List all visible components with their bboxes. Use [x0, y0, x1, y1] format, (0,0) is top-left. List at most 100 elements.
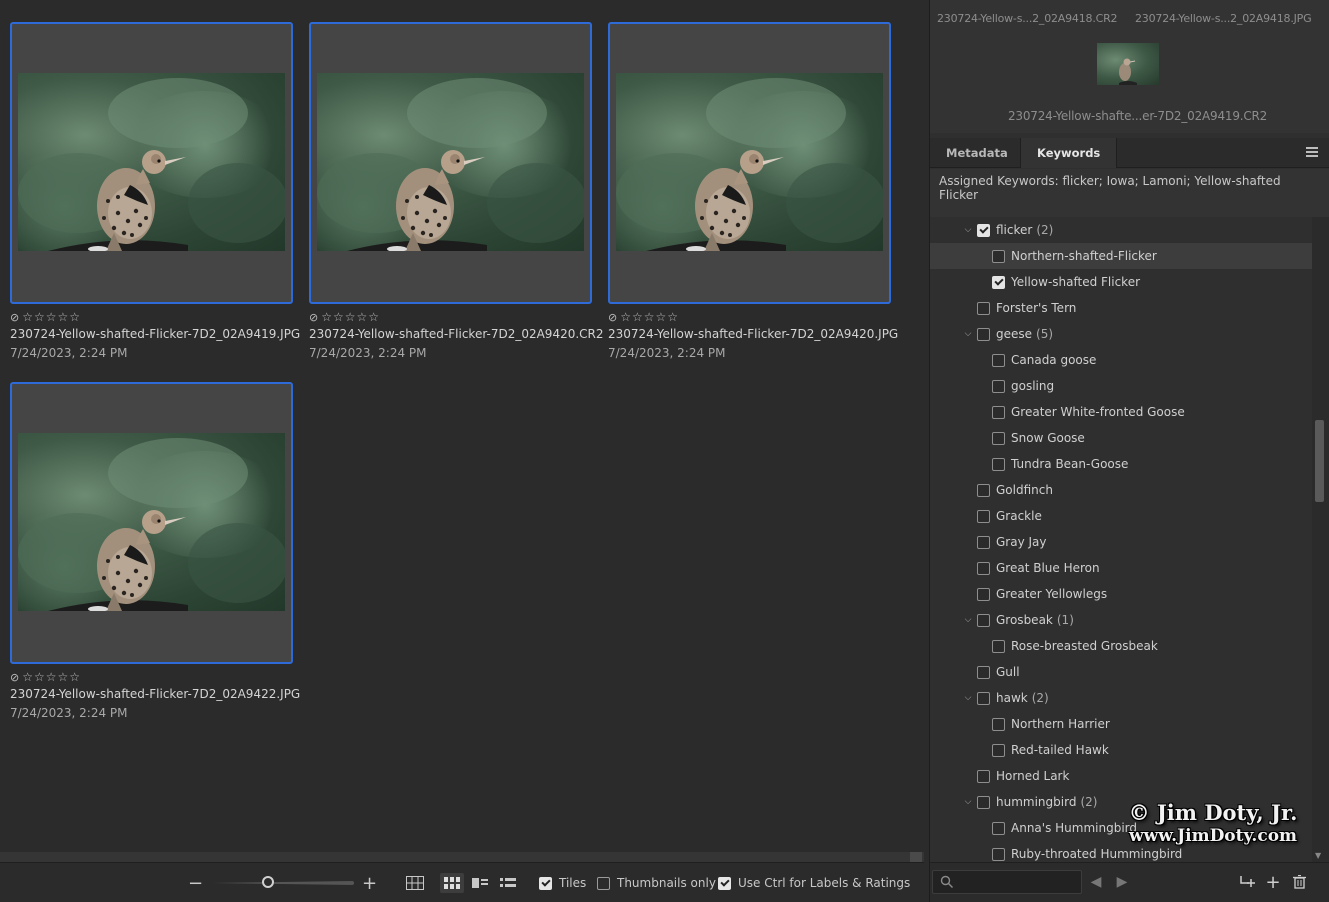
keyword-checkbox[interactable] — [977, 561, 990, 575]
thumbnail-card[interactable]: ⊘ ☆ ☆ ☆ ☆ ☆ 230724-Yellow-shafted-Flicker-7D2… — [309, 22, 604, 360]
star-outline-icon[interactable]: ☆ — [34, 311, 45, 323]
keyword-checkbox[interactable] — [977, 587, 990, 601]
keyword-checkbox[interactable] — [977, 665, 990, 679]
keyword-row[interactable]: gosling — [930, 373, 1312, 399]
star-outline-icon[interactable]: ☆ — [34, 671, 45, 683]
thumbnail-image[interactable] — [616, 73, 883, 251]
zoom-slider-handle[interactable] — [262, 876, 274, 888]
keyword-row[interactable]: Tundra Bean-Goose — [930, 451, 1312, 477]
star-outline-icon[interactable]: ☆ — [22, 311, 33, 323]
star-outline-icon[interactable]: ☆ — [58, 311, 69, 323]
keyword-checkbox[interactable] — [992, 431, 1005, 445]
keyword-scrollbar[interactable]: ▼ — [1312, 217, 1329, 862]
star-outline-icon[interactable]: ☆ — [345, 311, 356, 323]
tiles-toggle[interactable]: Tiles — [539, 863, 586, 902]
content-vertical-scrollbar[interactable] — [912, 0, 924, 852]
star-outline-icon[interactable]: ☆ — [667, 311, 678, 323]
thumbnail-image[interactable] — [18, 73, 285, 251]
reject-icon[interactable]: ⊘ — [309, 311, 318, 324]
star-outline-icon[interactable]: ☆ — [22, 671, 33, 683]
keyword-row[interactable]: Great Blue Heron — [930, 555, 1312, 581]
keyword-checkbox[interactable] — [992, 717, 1005, 731]
keyword-row[interactable]: Gull — [930, 659, 1312, 685]
reject-icon[interactable]: ⊘ — [10, 311, 19, 324]
reject-icon[interactable]: ⊘ — [608, 311, 617, 324]
keyword-row[interactable]: Gray Jay — [930, 529, 1312, 555]
star-outline-icon[interactable]: ☆ — [58, 671, 69, 683]
thumbnails-only-checkbox[interactable] — [597, 876, 610, 890]
keyword-row[interactable]: Horned Lark — [930, 763, 1312, 789]
keyword-row[interactable]: Grackle — [930, 503, 1312, 529]
keyword-row[interactable]: Canada goose — [930, 347, 1312, 373]
chevron-down-icon[interactable]: ⌵ — [963, 615, 973, 625]
zoom-in-button[interactable]: + — [362, 863, 377, 902]
scroll-down-icon[interactable]: ▼ — [1315, 851, 1321, 860]
keyword-checkbox[interactable] — [977, 483, 990, 497]
keyword-row[interactable]: Red-tailed Hawk — [930, 737, 1312, 763]
star-outline-icon[interactable]: ☆ — [69, 311, 80, 323]
star-outline-icon[interactable]: ☆ — [321, 311, 332, 323]
star-outline-icon[interactable]: ☆ — [46, 311, 57, 323]
thumbnail-frame[interactable] — [608, 22, 891, 304]
keyword-row[interactable]: ⌵ hawk (2) — [930, 685, 1312, 711]
star-outline-icon[interactable]: ☆ — [357, 311, 368, 323]
view-grid-lock-button[interactable] — [403, 873, 427, 893]
keyword-checkbox[interactable] — [992, 275, 1005, 289]
keyword-row[interactable]: Yellow-shafted Flicker — [930, 269, 1312, 295]
keyword-checkbox[interactable] — [977, 327, 990, 341]
arrow-left-icon[interactable]: ◀ — [1087, 873, 1105, 891]
star-outline-icon[interactable]: ☆ — [632, 311, 643, 323]
keyword-checkbox[interactable] — [977, 691, 990, 705]
keyword-checkbox[interactable] — [977, 613, 990, 627]
keyword-scrollbar-thumb[interactable] — [1315, 420, 1324, 502]
ctrl-labels-toggle[interactable]: Use Ctrl for Labels & Ratings — [718, 863, 910, 902]
thumbnails-only-toggle[interactable]: Thumbnails only — [597, 863, 716, 902]
keyword-row[interactable]: ⌵ flicker (2) — [930, 217, 1312, 243]
keyword-checkbox[interactable] — [992, 379, 1005, 393]
keyword-checkbox[interactable] — [992, 639, 1005, 653]
keyword-row[interactable]: Greater White-fronted Goose — [930, 399, 1312, 425]
panel-menu-icon[interactable] — [1306, 147, 1318, 157]
trash-icon[interactable] — [1290, 873, 1308, 891]
keyword-checkbox[interactable] — [977, 223, 990, 237]
keyword-checkbox[interactable] — [977, 535, 990, 549]
tab-keywords[interactable]: Keywords — [1020, 138, 1118, 168]
thumbnail-card[interactable]: ⊘ ☆ ☆ ☆ ☆ ☆ 230724-Yellow-shafted-Flicker-7D2… — [608, 22, 898, 360]
keyword-checkbox[interactable] — [992, 743, 1005, 757]
keyword-checkbox[interactable] — [992, 249, 1005, 263]
thumbnail-frame[interactable] — [10, 22, 293, 304]
chevron-down-icon[interactable]: ⌵ — [963, 797, 973, 807]
star-outline-icon[interactable]: ☆ — [620, 311, 631, 323]
keyword-checkbox[interactable] — [992, 405, 1005, 419]
star-outline-icon[interactable]: ☆ — [656, 311, 667, 323]
thumbnail-card[interactable]: ⊘ ☆ ☆ ☆ ☆ ☆ 230724-Yellow-shafted-Flicker-7D2… — [10, 22, 300, 360]
keyword-row[interactable]: Goldfinch — [930, 477, 1312, 503]
thumbnail-frame[interactable] — [309, 22, 592, 304]
keyword-row[interactable]: Northern-shafted-Flicker — [930, 243, 1312, 269]
content-horizontal-scrollbar[interactable] — [0, 852, 924, 862]
tab-metadata[interactable]: Metadata — [930, 138, 1024, 168]
zoom-slider-track[interactable] — [212, 881, 354, 885]
keyword-row[interactable]: Rose-breasted Grosbeak — [930, 633, 1312, 659]
keyword-row[interactable]: Northern Harrier — [930, 711, 1312, 737]
zoom-out-button[interactable]: − — [188, 863, 203, 902]
ctrl-labels-checkbox[interactable] — [718, 876, 731, 890]
thumbnail-image[interactable] — [18, 433, 285, 611]
chevron-down-icon[interactable]: ⌵ — [963, 329, 973, 339]
keyword-checkbox[interactable] — [992, 353, 1005, 367]
keyword-checkbox[interactable] — [992, 847, 1005, 861]
view-details-button[interactable] — [468, 873, 492, 893]
tiles-checkbox[interactable] — [539, 876, 552, 890]
add-icon[interactable]: + — [1264, 872, 1282, 893]
new-sub-keyword-icon[interactable] — [1238, 873, 1256, 891]
star-outline-icon[interactable]: ☆ — [368, 311, 379, 323]
keyword-row[interactable]: ⌵ Grosbeak (1) — [930, 607, 1312, 633]
arrow-right-icon[interactable]: ▶ — [1113, 873, 1131, 891]
keyword-row[interactable]: Greater Yellowlegs — [930, 581, 1312, 607]
keyword-search-input[interactable] — [932, 870, 1082, 894]
keyword-checkbox[interactable] — [977, 795, 990, 809]
scrollbar-thumb[interactable] — [910, 852, 922, 862]
star-outline-icon[interactable]: ☆ — [333, 311, 344, 323]
view-thumbnails-button[interactable] — [440, 873, 464, 893]
keyword-checkbox[interactable] — [977, 769, 990, 783]
